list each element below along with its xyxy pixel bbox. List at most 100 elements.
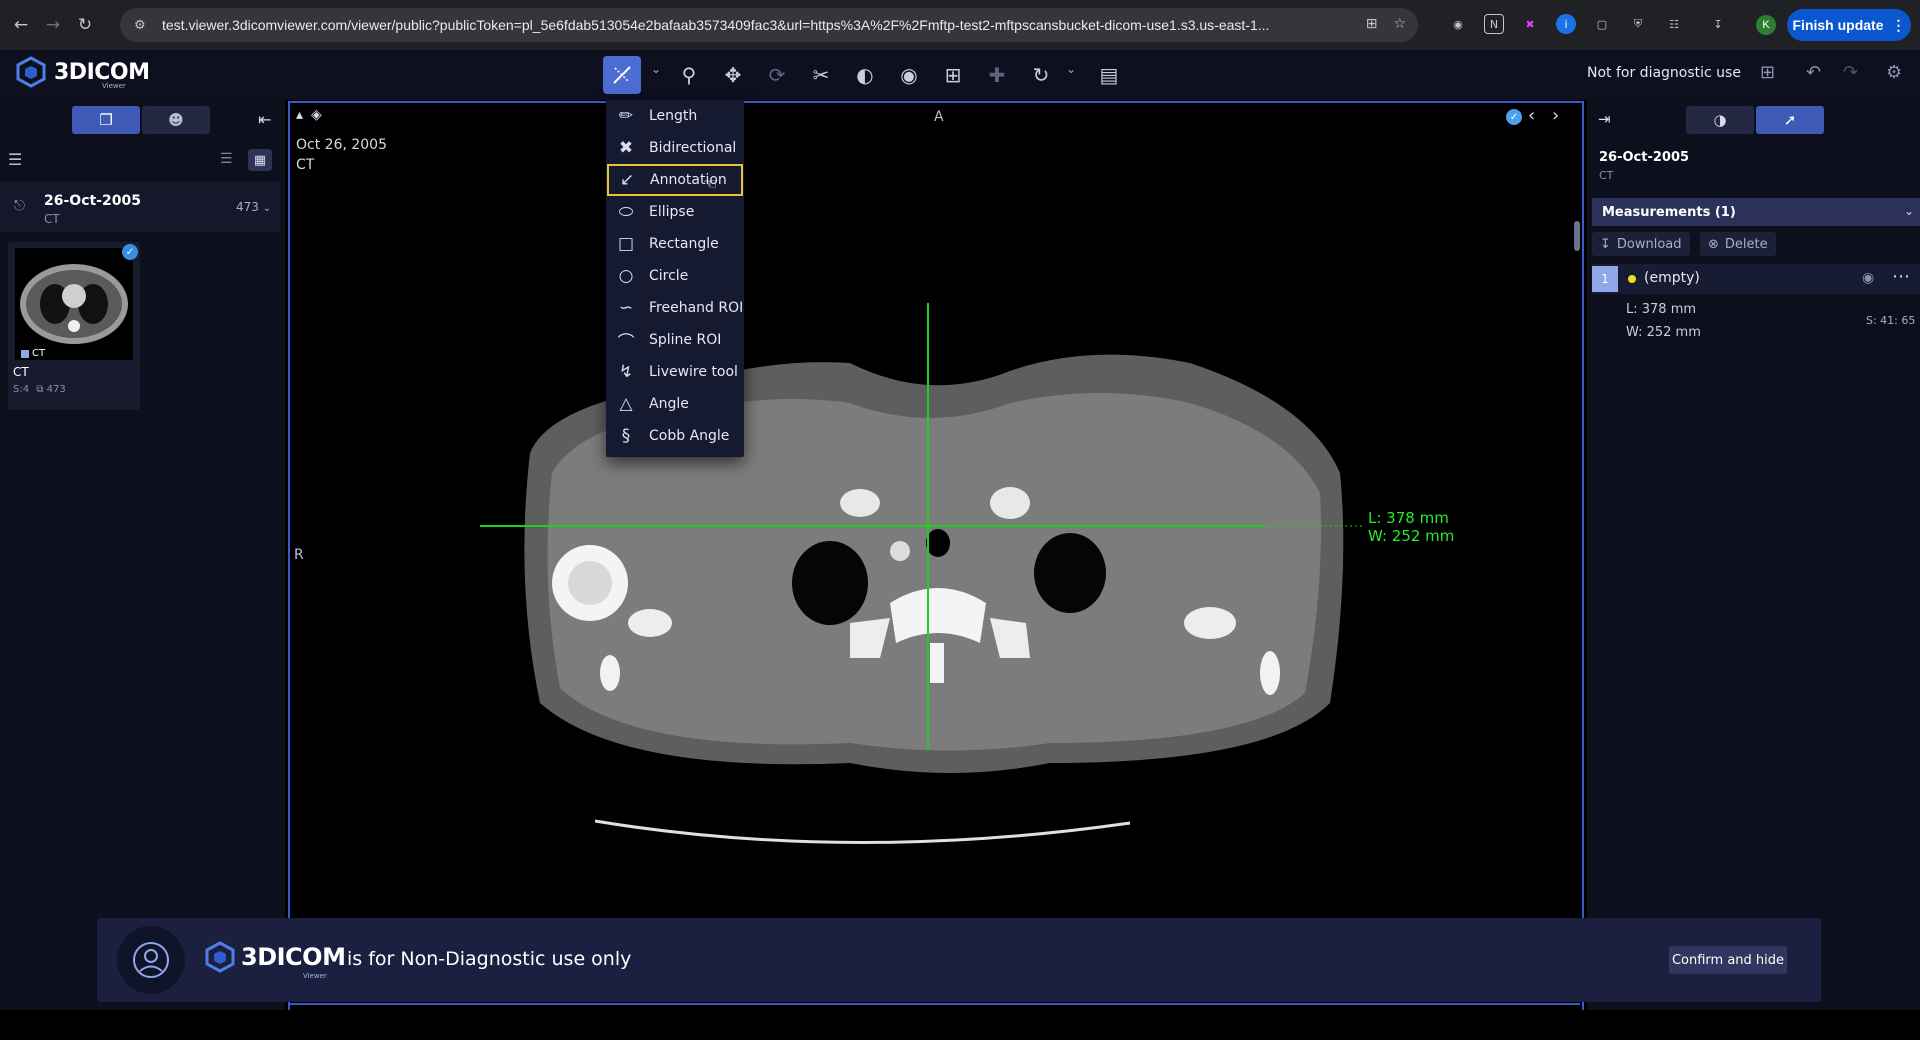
study-image-count: 473 ⌄ xyxy=(236,200,271,214)
patient-tab[interactable]: ☻ xyxy=(142,106,210,134)
menu-item-ellipse[interactable]: ⬭ Ellipse xyxy=(606,196,744,228)
menu-item-freehand-roi[interactable]: ∽ Freehand ROI xyxy=(606,292,744,324)
list-view-icon[interactable]: ☰ xyxy=(220,151,233,167)
ct-thumbnail-image xyxy=(20,264,128,344)
puzzle-extensions-icon[interactable]: ☷ xyxy=(1664,14,1684,34)
study-row[interactable]: ⎋ 26-Oct-2005 CT 473 ⌄ xyxy=(0,182,280,232)
report-icon[interactable]: ▤ xyxy=(1090,56,1128,94)
redo-icon[interactable]: ↷ xyxy=(1843,62,1858,83)
download-icon[interactable]: ↧ xyxy=(1708,14,1728,34)
menu-item-label: Ellipse xyxy=(649,204,695,220)
measurement-overlay-label[interactable]: L: 378 mm W: 252 mm xyxy=(1368,509,1454,545)
orientation-icon[interactable]: ▴ xyxy=(296,107,303,123)
visibility-eye-icon[interactable]: ◉ xyxy=(1862,270,1874,286)
filter-sliders-icon[interactable]: ☰ xyxy=(8,150,22,169)
tool-dropdown-caret-icon[interactable]: ⌄ xyxy=(651,62,661,76)
collapse-left-panel-icon[interactable]: ⇤ xyxy=(258,110,271,129)
crosshair-icon[interactable]: ✚ xyxy=(978,56,1016,94)
menu-item-circle[interactable]: ○ Circle xyxy=(606,260,744,292)
undo-icon[interactable]: ↶ xyxy=(1806,62,1821,83)
download-button[interactable]: ↧ Download xyxy=(1592,232,1690,256)
viewport-sync-check-icon[interactable]: ✓ xyxy=(1506,109,1522,125)
pan-icon[interactable]: ✥ xyxy=(714,56,752,94)
freehand-icon: ∽ xyxy=(618,298,634,318)
menu-item-rectangle[interactable]: □ Rectangle xyxy=(606,228,744,260)
screen-extension-icon[interactable]: ▢ xyxy=(1592,14,1612,34)
measurements-title: Measurements (1) xyxy=(1602,204,1736,220)
site-info-icon[interactable]: ⚙ xyxy=(134,18,152,33)
forward-arrow-icon[interactable]: → xyxy=(42,14,64,36)
menu-item-label: Angle xyxy=(649,396,689,412)
menu-item-angle[interactable]: △ Angle xyxy=(606,388,744,420)
collapse-right-panel-icon[interactable]: ⇥ xyxy=(1598,110,1611,128)
measurements-header[interactable]: Measurements (1) ⌄ xyxy=(1592,198,1920,226)
menu-item-livewire-tool[interactable]: ↯ Livewire tool xyxy=(606,356,744,388)
series-tab[interactable]: ❐ xyxy=(72,106,140,134)
camera-extension-icon[interactable]: ◉ xyxy=(1448,14,1468,34)
confirm-and-hide-button[interactable]: Confirm and hide xyxy=(1669,946,1787,974)
measurement-row[interactable]: 1 (empty) ◉ ⋯ xyxy=(1592,264,1920,294)
rotate-3d-icon[interactable]: ⟳ xyxy=(758,56,796,94)
segmentation-tab[interactable]: ◑ xyxy=(1686,106,1754,134)
image-viewport[interactable]: ▴ ◈ Oct 26, 2005 CT A R ✓ ‹ › L: 378 mm … xyxy=(288,101,1584,1016)
measure-tool-button[interactable] xyxy=(603,56,641,94)
reload-icon[interactable]: ↻ xyxy=(74,14,96,36)
study-date: 26-Oct-2005 xyxy=(44,193,141,209)
zoom-icon[interactable]: ⚲ xyxy=(670,56,708,94)
shield-extension-icon[interactable]: ⛨ xyxy=(1628,14,1648,34)
slice-scrollbar[interactable] xyxy=(1574,221,1580,251)
pink-extension-icon[interactable]: ✖ xyxy=(1520,14,1540,34)
password-extension-icon[interactable]: i xyxy=(1556,14,1576,34)
menu-item-annotation[interactable]: ↙ Annotation xyxy=(607,164,743,196)
address-bar[interactable]: ⚙ test.viewer.3dicomviewer.com/viewer/pu… xyxy=(120,8,1418,42)
kebab-menu-icon: ⋮ xyxy=(1891,16,1906,33)
delete-button[interactable]: ⊗ Delete xyxy=(1700,232,1776,256)
url-text[interactable]: test.viewer.3dicomviewer.com/viewer/publ… xyxy=(162,17,1352,33)
layers-icon[interactable]: ◈ xyxy=(311,107,322,123)
settings-gear-icon[interactable]: ⚙ xyxy=(1886,62,1902,83)
banner-logo-text: 3DICOM xyxy=(241,943,346,971)
selected-check-icon: ✓ xyxy=(122,244,138,260)
series-thumbnail-card[interactable]: CT ✓ CT S:4 ⧉ 473 xyxy=(8,242,140,410)
measurement-width: W: 252 mm xyxy=(1368,527,1455,545)
livewire-icon: ↯ xyxy=(618,362,634,382)
chevron-down-icon[interactable]: ⌄ xyxy=(1904,204,1914,218)
non-diagnostic-banner: 3DICOM Viewer is for Non-Diagnostic use … xyxy=(97,918,1821,1002)
app-logo-text: 3DICOM xyxy=(54,59,150,85)
orientation-marker-left: R xyxy=(294,547,304,563)
install-app-icon[interactable]: ⊞ xyxy=(1366,16,1378,32)
reset-icon[interactable]: ↻ xyxy=(1022,56,1060,94)
grid-view-icon[interactable]: ▦ xyxy=(248,149,272,171)
bookmark-star-icon[interactable]: ☆ xyxy=(1393,16,1406,32)
contrast-icon[interactable]: ◐ xyxy=(846,56,884,94)
orientation-marker-top: A xyxy=(934,109,944,125)
reset-dropdown-caret-icon[interactable]: ⌄ xyxy=(1066,62,1076,76)
menu-item-spline-roi[interactable]: ⌒ Spline ROI xyxy=(606,324,744,356)
ellipse-icon: ⬭ xyxy=(618,202,634,222)
pin-icon[interactable]: ⎋ xyxy=(14,198,25,214)
scissors-icon[interactable]: ✂ xyxy=(802,56,840,94)
finish-update-button[interactable]: Finish update ⋮ xyxy=(1787,9,1911,41)
chevron-down-icon: ⌄ xyxy=(262,203,272,214)
menu-item-cobb-angle[interactable]: § Cobb Angle xyxy=(606,420,744,452)
user-circle-icon xyxy=(133,942,169,978)
measurements-tab[interactable]: ➚ xyxy=(1756,106,1824,134)
camera-icon[interactable]: ◉ xyxy=(890,56,928,94)
previous-image-icon[interactable]: ‹ xyxy=(1528,105,1535,126)
3dicom-logo-icon xyxy=(16,56,46,88)
measurement-label[interactable]: (empty) xyxy=(1644,270,1700,286)
notion-extension-icon[interactable]: N xyxy=(1484,14,1504,34)
next-image-icon[interactable]: › xyxy=(1552,105,1559,126)
banner-logo-subtitle: Viewer xyxy=(303,972,327,980)
layout-icon[interactable]: ⊞ xyxy=(1760,62,1775,83)
profile-avatar[interactable]: K xyxy=(1756,15,1776,35)
menu-item-bidirectional[interactable]: ✖ Bidirectional xyxy=(606,132,744,164)
menu-item-length[interactable]: ✏ Length xyxy=(606,100,744,132)
back-arrow-icon[interactable]: ← xyxy=(10,14,32,36)
menu-item-label: Freehand ROI xyxy=(649,300,744,316)
layout-grid-icon[interactable]: ⊞ xyxy=(934,56,972,94)
series-thumbnail[interactable]: CT xyxy=(15,248,133,360)
more-options-icon[interactable]: ⋯ xyxy=(1892,266,1910,287)
ct-axial-image[interactable] xyxy=(290,103,1582,1014)
measure-ruler-icon: ➚ xyxy=(1783,111,1797,129)
